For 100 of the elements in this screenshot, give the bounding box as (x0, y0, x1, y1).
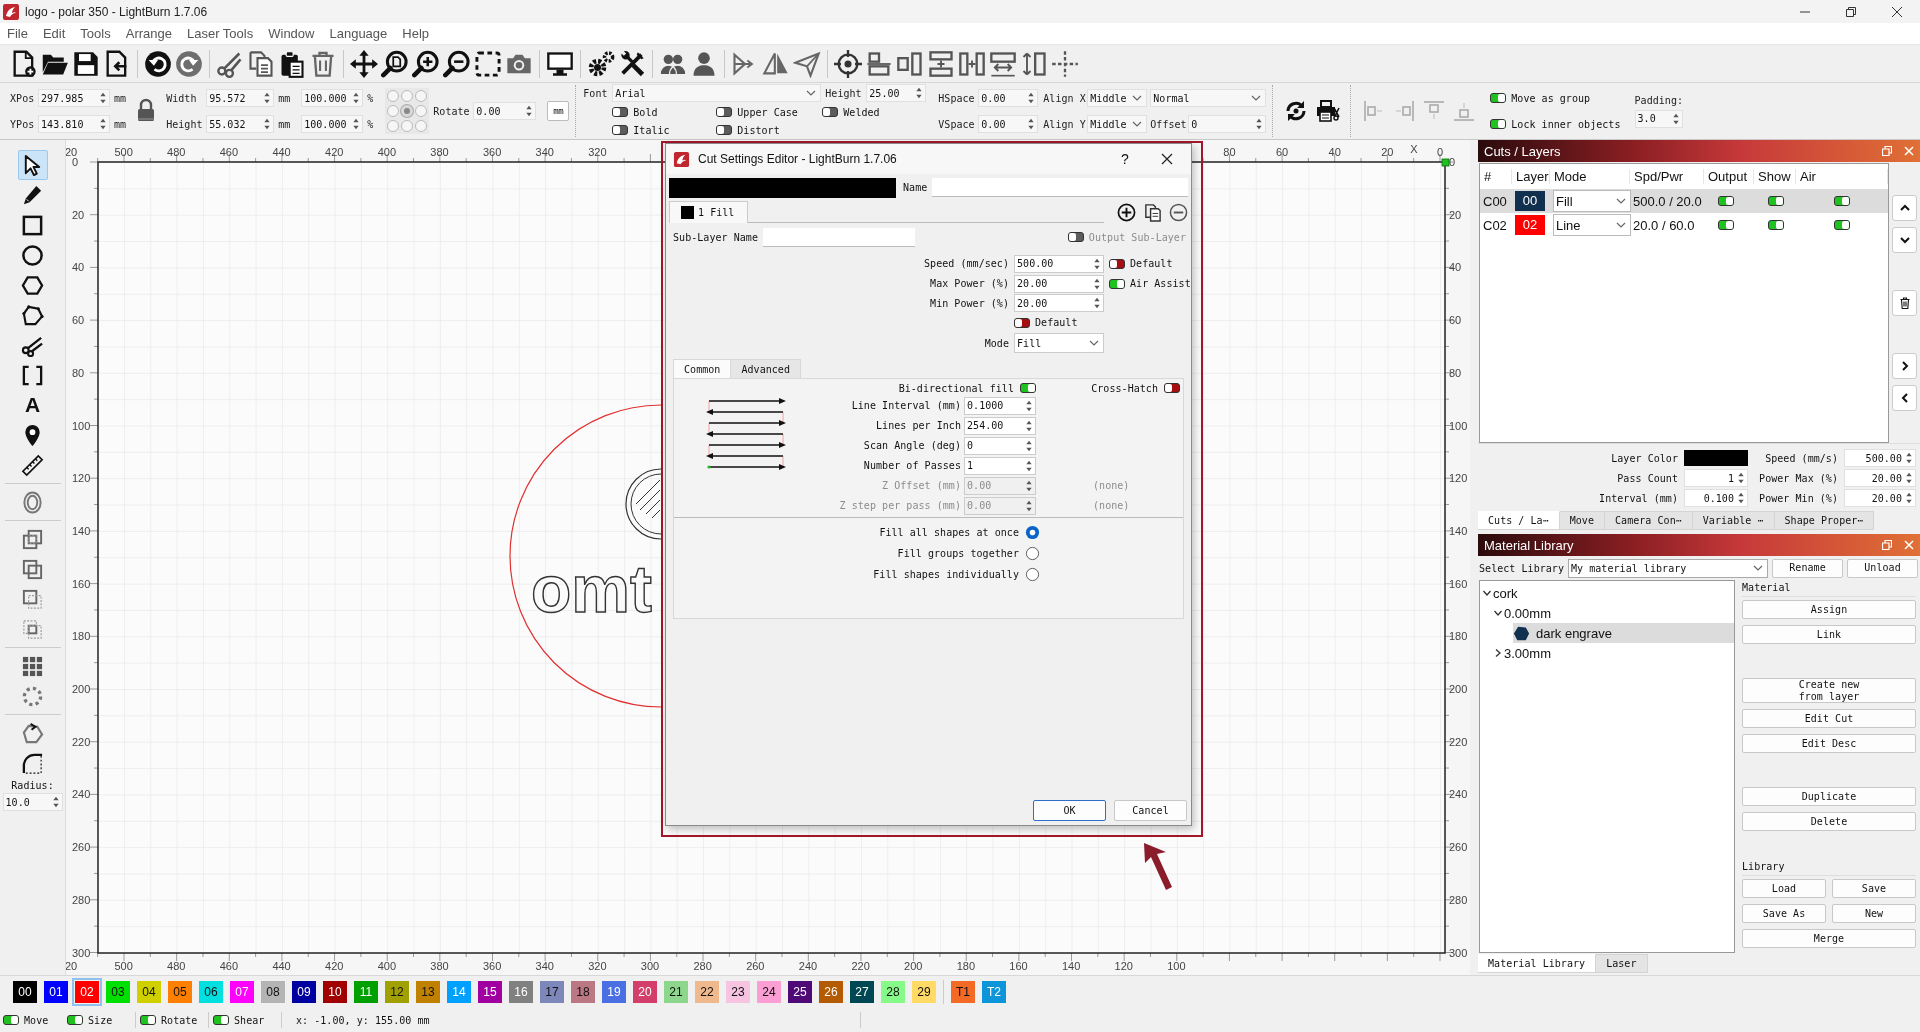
number-field[interactable]: 0.00 (978, 115, 1039, 133)
zoom-page-icon[interactable] (381, 49, 409, 78)
number-field[interactable]: 20.00 (1844, 489, 1916, 507)
restore-icon[interactable] (1882, 540, 1892, 550)
number-field[interactable]: 1 (964, 456, 1036, 475)
overlapping-squares-icon[interactable] (21, 617, 44, 641)
distribute-icon[interactable] (989, 49, 1017, 78)
layer-color-button[interactable]: 05 (165, 978, 195, 1006)
radio-button[interactable] (1025, 567, 1040, 582)
align-dropdown[interactable]: Middle (1087, 115, 1148, 133)
polygon-arrow-icon[interactable] (21, 721, 44, 745)
layer-color-button[interactable]: 15 (475, 978, 505, 1006)
gears-icon[interactable] (587, 49, 615, 78)
spin-arrows-icon[interactable] (98, 116, 108, 132)
number-field[interactable]: 3.0 (1634, 109, 1683, 128)
zoom-out-icon[interactable] (443, 49, 471, 78)
distribute-icon[interactable] (927, 49, 955, 78)
number-field[interactable]: 0.100 (1684, 489, 1748, 507)
layer-color-button[interactable]: 28 (878, 978, 908, 1006)
layer-color-button[interactable]: 20 (630, 978, 660, 1006)
crosshair-icon[interactable] (834, 49, 862, 78)
monitor-icon[interactable] (546, 49, 574, 78)
library-button[interactable]: New (1832, 904, 1916, 923)
overlapping-squares-icon[interactable] (21, 587, 44, 611)
menu-item[interactable]: Help (402, 26, 430, 41)
number-field[interactable]: 500.00 (1014, 254, 1104, 273)
number-field[interactable]: 297.985 (38, 89, 110, 107)
number-field[interactable]: 20.00 (1844, 469, 1916, 487)
layer-color-button[interactable]: 04 (134, 978, 164, 1006)
library-button[interactable]: Rename (1772, 558, 1843, 578)
toggle-switch[interactable] (1109, 278, 1125, 289)
menu-item[interactable]: Edit (42, 26, 66, 41)
layer-color-button[interactable]: 24 (754, 978, 784, 1006)
undo-icon[interactable] (144, 49, 172, 78)
redo-icon[interactable] (175, 49, 203, 78)
layer-color-button[interactable]: 00 (10, 978, 40, 1006)
layer-color-button[interactable]: 16 (506, 978, 536, 1006)
circle-of-squares-icon[interactable] (21, 684, 44, 708)
units-button[interactable]: mm (547, 101, 570, 121)
dialog-tab[interactable]: Advanced (731, 359, 801, 378)
panel-tab[interactable]: Camera Con⋯ (1605, 511, 1693, 530)
number-field[interactable]: 20.00 (1014, 274, 1104, 293)
number-field[interactable]: 95.572 (206, 89, 275, 107)
padlock-closed-icon[interactable] (136, 98, 157, 124)
spin-arrows-icon[interactable] (98, 90, 108, 106)
library-button[interactable]: Unload (1847, 558, 1918, 578)
number-field[interactable]: 10.0 (2, 793, 63, 811)
number-field[interactable]: 143.810 (38, 115, 110, 133)
delete-button[interactable] (1892, 290, 1917, 316)
tree-item[interactable]: cork (1480, 583, 1734, 603)
layer-color-button[interactable]: 25 (785, 978, 815, 1006)
material-button[interactable]: Duplicate (1742, 787, 1916, 806)
panel-tab[interactable]: Variable ⋯ (1692, 511, 1775, 530)
library-button[interactable]: Load (1742, 879, 1826, 898)
zoom-in-icon[interactable] (412, 49, 440, 78)
toggle-switch[interactable] (716, 107, 733, 117)
restore-icon[interactable] (1882, 146, 1892, 156)
toggle-switch[interactable] (1020, 383, 1036, 393)
layer-row[interactable]: C00 00 Fill 500.0 / 20.0 (1480, 189, 1888, 213)
radio-button[interactable] (1025, 546, 1040, 561)
sublayer-name-field[interactable] (763, 227, 915, 247)
tool-button[interactable]: A (17, 390, 48, 420)
panel-tab[interactable]: Move (1559, 511, 1605, 530)
menu-item[interactable]: File (7, 26, 28, 41)
rounded-corner-icon[interactable] (21, 751, 44, 775)
layer-row[interactable]: C02 02 Line 20.0 / 60.0 (1480, 213, 1888, 237)
menu-item[interactable]: Arrange (125, 26, 172, 41)
library-button[interactable]: Save As (1742, 904, 1826, 923)
number-field[interactable]: 500.00 (1844, 449, 1916, 467)
chevron-icon[interactable] (1482, 588, 1492, 598)
mode-dropdown[interactable]: Fill (1014, 333, 1104, 353)
font-dropdown[interactable]: Arial (612, 84, 822, 102)
material-button[interactable]: Assign (1742, 600, 1916, 619)
number-field[interactable]: 1 (1684, 469, 1748, 487)
spin-arrows-icon[interactable] (1736, 470, 1746, 486)
panel-tab[interactable]: Laser (1596, 954, 1648, 973)
toggle-switch[interactable] (3, 1015, 19, 1025)
layer-color-button[interactable]: 23 (723, 978, 753, 1006)
collapse-button[interactable] (1892, 385, 1917, 411)
material-button[interactable]: Edit Cut (1742, 709, 1916, 728)
material-button[interactable]: Delete (1742, 812, 1916, 831)
panel-tab[interactable]: Material Library (1478, 954, 1597, 973)
radio-button[interactable] (1025, 525, 1040, 540)
layer-color-button[interactable]: 01 (41, 978, 71, 1006)
overlapping-squares-icon[interactable] (21, 527, 44, 551)
layer-color-bar[interactable] (669, 177, 896, 198)
dialog-tab[interactable]: Common (673, 359, 732, 378)
layer-color-button[interactable]: 29 (909, 978, 939, 1006)
distribute-icon[interactable] (1020, 49, 1048, 78)
plus-circle-icon[interactable] (1117, 202, 1136, 222)
minus-circle-icon[interactable] (1169, 202, 1188, 222)
number-field[interactable]: 100.000 (301, 89, 364, 107)
layer-color-button[interactable]: 13 (413, 978, 443, 1006)
layer-color-button[interactable]: 06 (196, 978, 226, 1006)
number-field[interactable]: 254.00 (964, 416, 1036, 435)
move-up-button[interactable] (1892, 195, 1917, 221)
copy-icon[interactable] (247, 49, 275, 78)
layer-color-button[interactable]: 17 (537, 978, 567, 1006)
toggle-switch[interactable] (140, 1015, 156, 1025)
number-field[interactable]: 55.032 (206, 115, 275, 133)
